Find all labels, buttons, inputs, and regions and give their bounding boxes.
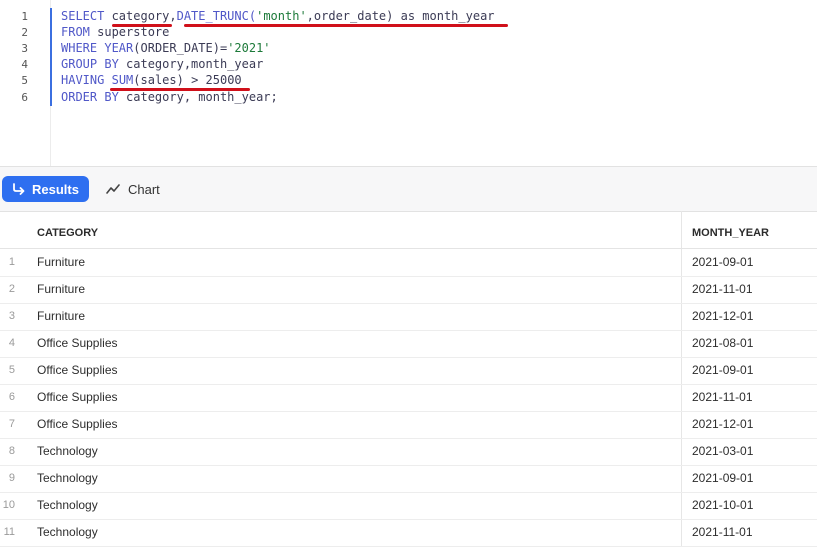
cell-month-year: 2021-09-01 bbox=[692, 255, 754, 269]
row-index: 8 bbox=[8, 445, 15, 457]
row-index: 3 bbox=[8, 310, 15, 322]
table-row[interactable]: 9 Technology 2021-09-01 bbox=[0, 465, 817, 493]
row-index: 10 bbox=[2, 499, 15, 511]
row-index: 4 bbox=[8, 337, 15, 349]
annotation-underline bbox=[112, 24, 172, 27]
table-row[interactable]: 8 Technology 2021-03-01 bbox=[0, 438, 817, 466]
table-row[interactable]: 11 Technology 2021-11-01 bbox=[0, 519, 817, 547]
annotation-underline bbox=[184, 24, 508, 27]
cell-month-year: 2021-11-01 bbox=[692, 525, 753, 539]
sql-editor[interactable]: 1 2 3 4 5 6 SELECT category,DATE_TRUNC('… bbox=[0, 0, 817, 166]
table-row[interactable]: 4 Office Supplies 2021-08-01 bbox=[0, 330, 817, 358]
cell-month-year: 2021-11-01 bbox=[692, 390, 753, 404]
cell-month-year: 2021-11-01 bbox=[692, 282, 753, 296]
cell-month-year: 2021-03-01 bbox=[692, 444, 754, 458]
row-index: 6 bbox=[8, 391, 15, 403]
cell-month-year: 2021-12-01 bbox=[692, 309, 754, 323]
table-row[interactable]: 2 Furniture 2021-11-01 bbox=[0, 276, 817, 304]
line-number-gutter: 1 2 3 4 5 6 bbox=[0, 0, 51, 166]
tab-results[interactable]: Results bbox=[2, 176, 89, 202]
cell-category: Furniture bbox=[37, 309, 86, 323]
cell-category: Technology bbox=[37, 498, 98, 512]
code-line-1[interactable]: SELECT category,DATE_TRUNC('month',order… bbox=[61, 9, 495, 23]
line-number: 4 bbox=[21, 58, 28, 71]
active-block-indicator bbox=[50, 8, 52, 106]
table-row[interactable]: 5 Office Supplies 2021-09-01 bbox=[0, 357, 817, 385]
column-header-month-year[interactable]: MONTH_YEAR bbox=[692, 218, 769, 248]
line-number: 2 bbox=[21, 26, 28, 39]
tab-chart[interactable]: Chart bbox=[106, 176, 160, 202]
tab-results-label: Results bbox=[32, 181, 79, 197]
code-line-2[interactable]: FROM superstore bbox=[61, 25, 169, 39]
return-arrow-icon bbox=[13, 183, 25, 195]
cell-category: Technology bbox=[37, 525, 98, 539]
cell-category: Furniture bbox=[37, 255, 86, 269]
cell-month-year: 2021-09-01 bbox=[692, 363, 754, 377]
row-index: 9 bbox=[8, 472, 15, 484]
annotation-underline bbox=[110, 88, 250, 91]
line-number: 1 bbox=[21, 10, 28, 23]
table-row[interactable]: 3 Furniture 2021-12-01 bbox=[0, 303, 817, 331]
row-index: 11 bbox=[3, 526, 15, 538]
table-row[interactable]: 7 Office Supplies 2021-12-01 bbox=[0, 411, 817, 439]
table-row[interactable]: 6 Office Supplies 2021-11-01 bbox=[0, 384, 817, 412]
table-row[interactable]: 1 Furniture 2021-09-01 bbox=[0, 249, 817, 277]
code-line-5[interactable]: HAVING SUM(sales) > 25000 bbox=[61, 73, 242, 87]
cell-category: Office Supplies bbox=[37, 390, 118, 404]
result-tab-bar: Results Chart bbox=[0, 166, 817, 212]
line-chart-icon bbox=[106, 184, 120, 194]
row-index: 1 bbox=[8, 256, 15, 268]
cell-category: Furniture bbox=[37, 282, 86, 296]
line-number: 3 bbox=[21, 42, 28, 55]
column-header-category[interactable]: CATEGORY bbox=[37, 218, 98, 248]
table-header: CATEGORY MONTH_YEAR bbox=[0, 218, 817, 249]
cell-category: Office Supplies bbox=[37, 336, 118, 350]
cell-category: Technology bbox=[37, 471, 98, 485]
cell-month-year: 2021-08-01 bbox=[692, 336, 754, 350]
cell-month-year: 2021-09-01 bbox=[692, 471, 754, 485]
row-index: 2 bbox=[8, 283, 15, 295]
line-number: 5 bbox=[21, 74, 28, 87]
tab-chart-label: Chart bbox=[128, 181, 160, 197]
code-line-3[interactable]: WHERE YEAR(ORDER_DATE)='2021' bbox=[61, 41, 271, 55]
results-table: CATEGORY MONTH_YEAR 1 Furniture 2021-09-… bbox=[0, 211, 817, 547]
table-row[interactable]: 10 Technology 2021-10-01 bbox=[0, 492, 817, 520]
cell-month-year: 2021-10-01 bbox=[692, 498, 754, 512]
cell-category: Office Supplies bbox=[37, 363, 118, 377]
row-index: 5 bbox=[8, 364, 15, 376]
cell-category: Technology bbox=[37, 444, 98, 458]
cell-category: Office Supplies bbox=[37, 417, 118, 431]
cell-month-year: 2021-12-01 bbox=[692, 417, 754, 431]
code-line-4[interactable]: GROUP BY category,month_year bbox=[61, 57, 263, 71]
code-line-6[interactable]: ORDER BY category, month_year; bbox=[61, 90, 278, 104]
line-number: 6 bbox=[21, 91, 28, 104]
row-index: 7 bbox=[8, 418, 15, 430]
